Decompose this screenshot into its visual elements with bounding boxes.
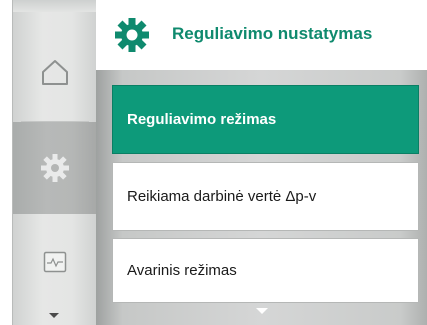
page-title: Reguliavimo nustatymas	[172, 24, 373, 43]
diagnostics-icon	[43, 251, 67, 272]
chevron-down-icon[interactable]	[49, 313, 59, 318]
nav-rail	[12, 0, 98, 325]
nav-item-diagnostics[interactable]	[13, 214, 97, 309]
home-icon	[42, 60, 68, 85]
rail-top-edge	[13, 0, 97, 12]
menu-item-control-mode[interactable]: Reguliavimo režimas	[112, 85, 419, 154]
gear-icon	[41, 154, 69, 182]
gear-icon	[115, 18, 149, 52]
menu-panel: Reguliavimo režimas Reikiama darbinė ver…	[96, 70, 427, 325]
device-screen: Reguliavimo nustatymas Reguliavimo režim…	[0, 0, 427, 325]
nav-item-home[interactable]	[13, 22, 97, 122]
menu-item-setpoint[interactable]: Reikiama darbinė vertė Δp-v	[112, 162, 419, 231]
chevron-down-icon[interactable]	[256, 308, 268, 314]
nav-item-settings[interactable]	[13, 122, 97, 214]
menu-item-emergency-mode[interactable]: Avarinis režimas	[112, 238, 419, 303]
page-header: Reguliavimo nustatymas	[96, 0, 427, 70]
